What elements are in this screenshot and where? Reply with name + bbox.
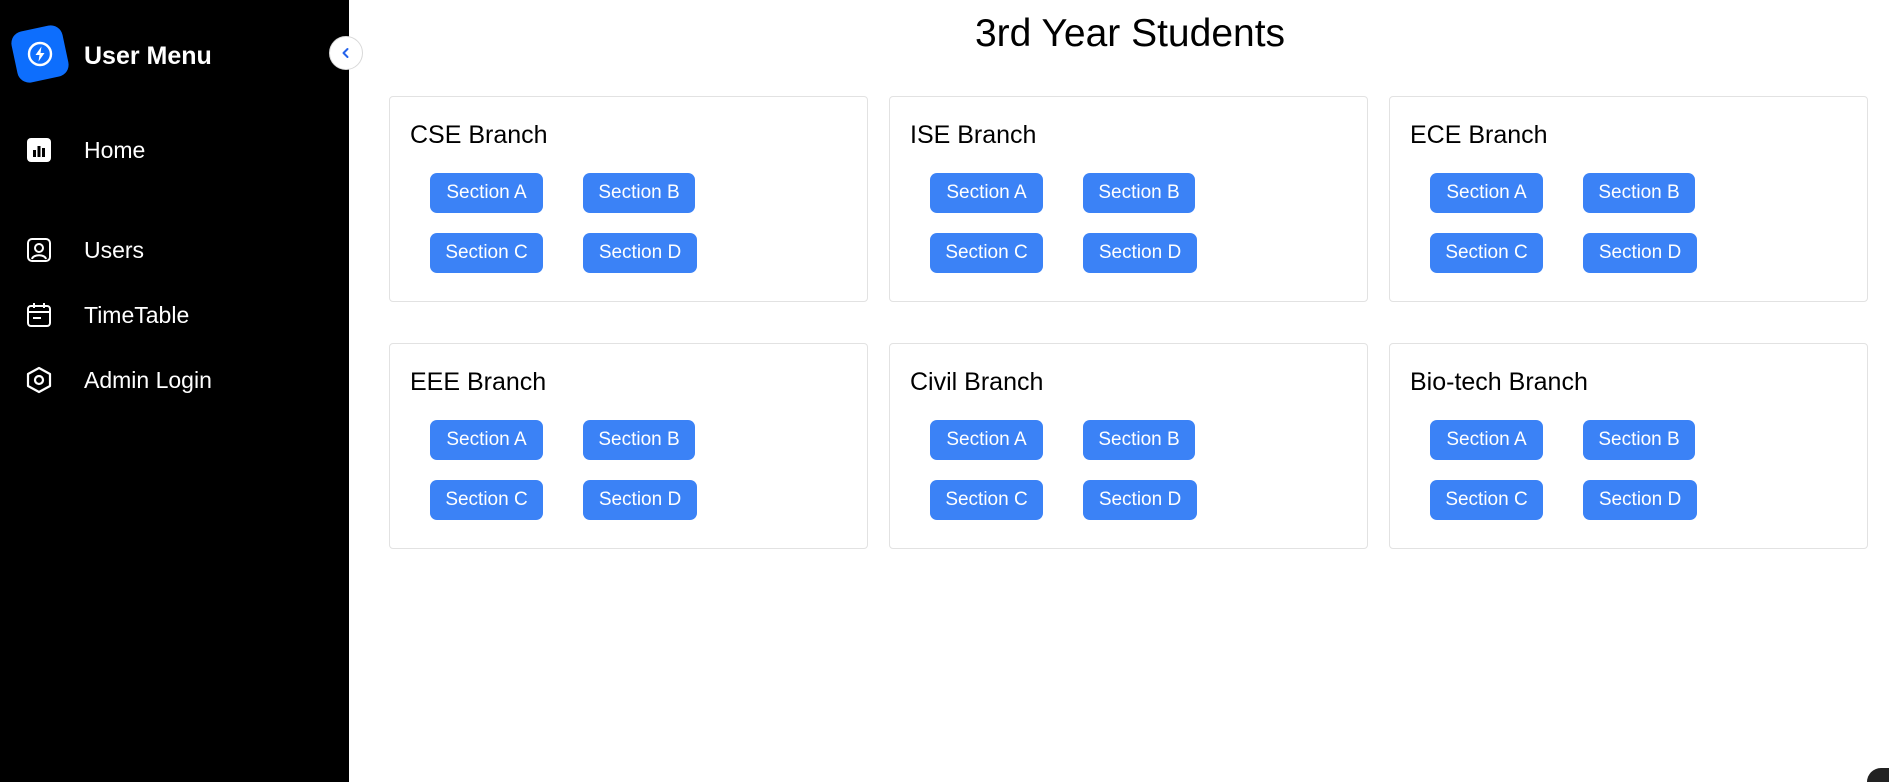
branch-title: ECE Branch: [1410, 121, 1548, 149]
branch-card-cse: CSE Branch Section A Section B Section C…: [389, 96, 868, 302]
brand-title: User Menu: [84, 42, 212, 70]
section-c-button[interactable]: Section C: [1430, 480, 1543, 520]
section-a-button[interactable]: Section A: [930, 420, 1043, 460]
section-d-button[interactable]: Section D: [583, 233, 697, 273]
section-b-button[interactable]: Section B: [1083, 420, 1195, 460]
section-b-button[interactable]: Section B: [1583, 173, 1695, 213]
section-a-button[interactable]: Section A: [430, 420, 543, 460]
sidebar-item-admin-login[interactable]: Admin Login: [0, 357, 349, 401]
collapse-sidebar-button[interactable]: [329, 36, 363, 70]
sidebar-item-timetable[interactable]: TimeTable: [0, 292, 349, 336]
section-d-button[interactable]: Section D: [1083, 233, 1197, 273]
branch-title: CSE Branch: [410, 121, 548, 149]
section-c-button[interactable]: Section C: [1430, 233, 1543, 273]
sidebar-item-users[interactable]: Users: [0, 227, 349, 271]
section-b-button[interactable]: Section B: [1083, 173, 1195, 213]
user-badge-icon: [24, 235, 54, 265]
section-c-button[interactable]: Section C: [430, 233, 543, 273]
branch-title: EEE Branch: [410, 368, 547, 396]
corner-overlay-widget: [1867, 768, 1889, 782]
calendar-icon: [24, 300, 54, 330]
branch-card-biotech: Bio-tech Branch Section A Section B Sect…: [1389, 343, 1868, 549]
branch-card-civil: Civil Branch Section A Section B Section…: [889, 343, 1368, 549]
section-c-button[interactable]: Section C: [930, 233, 1043, 273]
branch-card-ece: ECE Branch Section A Section B Section C…: [1389, 96, 1868, 302]
branch-title: Civil Branch: [910, 368, 1044, 396]
section-d-button[interactable]: Section D: [583, 480, 697, 520]
sidebar-item-label: TimeTable: [84, 302, 190, 328]
bar-chart-icon: [24, 135, 54, 165]
section-a-button[interactable]: Section A: [430, 173, 543, 213]
section-a-button[interactable]: Section A: [1430, 420, 1543, 460]
section-b-button[interactable]: Section B: [1583, 420, 1695, 460]
branch-card-eee: EEE Branch Section A Section B Section C…: [389, 343, 868, 549]
section-b-button[interactable]: Section B: [583, 420, 695, 460]
page-title: 3rd Year Students: [974, 12, 1286, 55]
section-c-button[interactable]: Section C: [430, 480, 543, 520]
branch-title: Bio-tech Branch: [1410, 368, 1588, 396]
sidebar-item-label: Home: [84, 137, 146, 163]
section-b-button[interactable]: Section B: [583, 173, 695, 213]
section-a-button[interactable]: Section A: [1430, 173, 1543, 213]
sidebar-item-home[interactable]: Home: [0, 127, 349, 171]
section-d-button[interactable]: Section D: [1083, 480, 1197, 520]
sidebar: User Menu Home Users TimeTable Admin Log…: [0, 0, 349, 782]
lightning-logo-icon: [9, 23, 71, 85]
section-d-button[interactable]: Section D: [1583, 233, 1697, 273]
section-a-button[interactable]: Section A: [930, 173, 1043, 213]
section-d-button[interactable]: Section D: [1583, 480, 1697, 520]
branch-title: ISE Branch: [910, 121, 1037, 149]
chevron-left-icon: [342, 48, 349, 58]
section-c-button[interactable]: Section C: [930, 480, 1043, 520]
hexagon-icon: [24, 365, 54, 395]
sidebar-item-label: Users: [84, 237, 145, 263]
sidebar-item-label: Admin Login: [84, 367, 212, 393]
branch-card-ise: ISE Branch Section A Section B Section C…: [889, 96, 1368, 302]
